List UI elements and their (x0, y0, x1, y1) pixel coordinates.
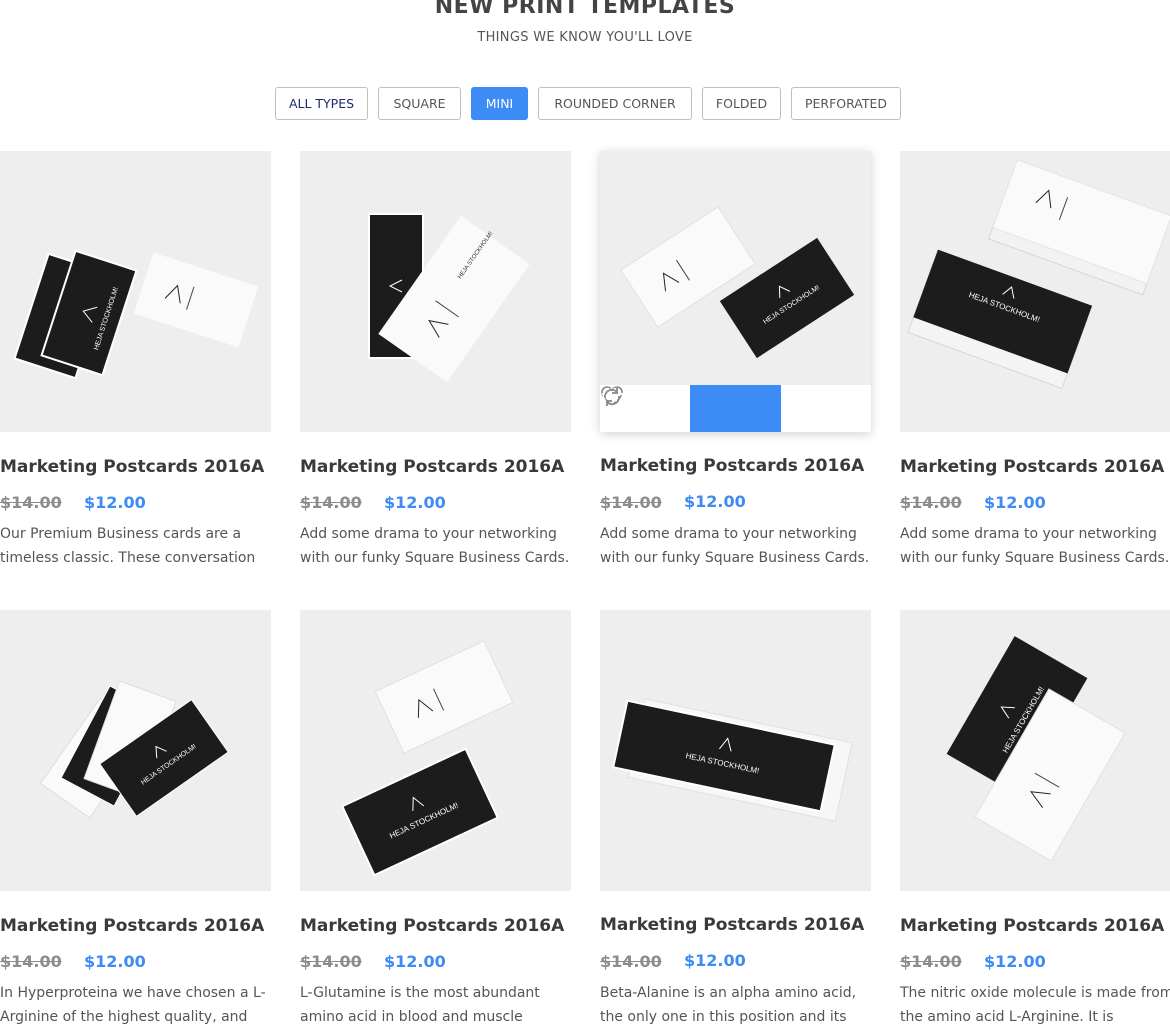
product-title[interactable]: Marketing Postcards 2016A (0, 457, 290, 477)
old-price: $14.00 (0, 493, 62, 512)
add-to-cart-button[interactable] (601, 385, 781, 432)
sale-price: $12.00 (384, 493, 446, 512)
filter-mini[interactable]: MINI (471, 87, 528, 120)
product-image[interactable]: HEJA STOCKHOLM! (300, 610, 571, 891)
filter-square[interactable]: SQUARE (378, 87, 461, 120)
product-title[interactable]: Marketing Postcards 2016A (600, 915, 890, 935)
product-image[interactable]: HEJA STOCKHOLM! (600, 151, 871, 432)
old-price: $14.00 (900, 493, 962, 512)
sale-price: $12.00 (984, 493, 1046, 512)
old-price: $14.00 (0, 952, 62, 971)
card-mockup: HEJA STOCKHOLM! (907, 159, 1170, 390)
sale-price: $12.00 (684, 951, 746, 970)
filter-all-types[interactable]: ALL TYPES (275, 87, 368, 120)
card-mockup: HEJA STOCKHOLM! (946, 636, 1126, 862)
sale-price: $12.00 (84, 493, 146, 512)
product-description: Add some drama to your networking with o… (900, 526, 1170, 566)
filter-bar: ALL TYPES SQUARE MINI ROUNDED CORNER FOL… (0, 87, 1170, 122)
product-title[interactable]: Marketing Postcards 2016A (300, 457, 590, 477)
product-description: Add some drama to your networking with o… (300, 526, 570, 566)
old-price: $14.00 (900, 952, 962, 971)
product-title[interactable]: Marketing Postcards 2016A (600, 456, 890, 476)
product-image[interactable]: HEJA STOCKHOLM! (0, 610, 271, 891)
card-mockup: HEJA STOCKHOLM! (13, 249, 259, 380)
compare-button[interactable] (604, 385, 871, 432)
product-image[interactable]: HEJA STOCKHOLM! (900, 151, 1170, 432)
product-image[interactable]: HEJA STOCKHOLM! (600, 610, 871, 891)
product-title[interactable]: Marketing Postcards 2016A (900, 916, 1170, 936)
product-title[interactable]: Marketing Postcards 2016A (300, 916, 590, 936)
card-mockup: HEJA STOCKHOLM! (612, 698, 853, 822)
sale-price: $12.00 (84, 952, 146, 971)
product-title[interactable]: Marketing Postcards 2016A (900, 457, 1170, 477)
product-description: In Hyperproteina we have chosen a L-Argi… (0, 985, 266, 1025)
product-description: Beta-Alanine is an alpha amino acid, the… (600, 985, 857, 1025)
product-image[interactable]: HEJA STOCKHOLM! (0, 151, 271, 432)
product-image[interactable]: HEJA STOCKHOLM! (300, 151, 571, 432)
sale-price: $12.00 (984, 952, 1046, 971)
filter-perforated[interactable]: PERFORATED (791, 87, 901, 120)
section-subtitle: THINGS WE KNOW YOU'LL LOVE (477, 30, 693, 45)
filter-folded[interactable]: FOLDED (702, 87, 781, 120)
card-mockup: HEJA STOCKHOLM! (39, 680, 229, 819)
card-mockup: HEJA STOCKHOLM! (340, 640, 514, 877)
old-price: $14.00 (600, 493, 662, 512)
old-price: $14.00 (300, 952, 362, 971)
old-price: $14.00 (600, 952, 662, 971)
hover-action-bar (600, 385, 871, 432)
product-title[interactable]: Marketing Postcards 2016A (0, 916, 290, 936)
product-description: Add some drama to your networking with o… (600, 526, 870, 566)
card-mockup: HEJA STOCKHOLM! (368, 213, 530, 383)
product-description: Our Premium Business cards are a timeles… (0, 526, 256, 566)
refresh-icon (604, 388, 620, 406)
product-description: The nitric oxide molecule is made from t… (900, 985, 1170, 1025)
sale-price: $12.00 (384, 952, 446, 971)
product-image[interactable]: HEJA STOCKHOLM! (900, 610, 1170, 891)
old-price: $14.00 (300, 493, 362, 512)
sale-price: $12.00 (684, 492, 746, 511)
section-title: NEW PRINT TEMPLATES (434, 0, 736, 19)
product-description: L-Glutamine is the most abundant amino a… (300, 985, 540, 1025)
filter-rounded-corner[interactable]: ROUNDED CORNER (538, 87, 692, 120)
